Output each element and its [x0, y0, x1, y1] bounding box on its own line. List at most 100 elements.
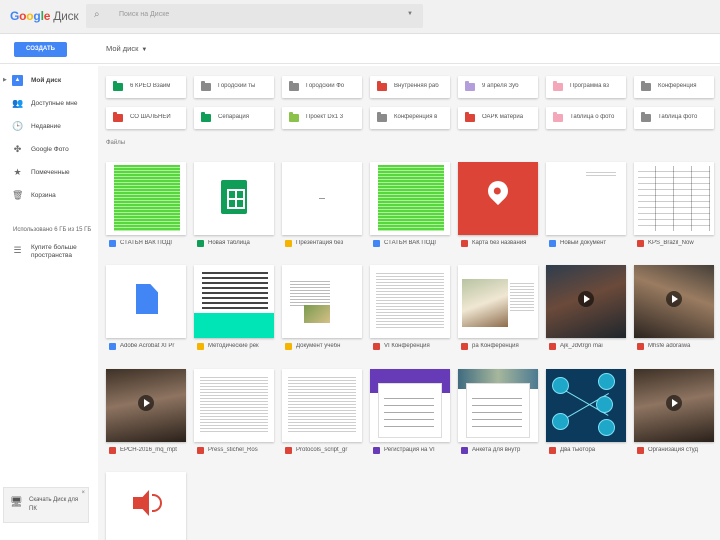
file-thumbnail[interactable] [106, 162, 186, 235]
document-preview [114, 165, 180, 231]
file-item[interactable]: Ajk_Jdvtrgn mai [546, 265, 626, 355]
sidebar-item-starred[interactable]: ★ Помеченные [0, 164, 98, 182]
sidebar-item-trash[interactable]: 🗑 Корзина [0, 187, 98, 205]
folder-item[interactable]: Сепарация [194, 107, 274, 129]
file-thumbnail[interactable] [106, 472, 186, 540]
clock-icon: 🕒 [12, 121, 24, 131]
sidebar-item-recent[interactable]: 🕒 Недавние [0, 118, 98, 136]
play-icon[interactable] [578, 291, 594, 307]
sidebar-item-label: Помеченные [31, 169, 70, 176]
search-input[interactable]: Поиск на Диске [119, 11, 169, 18]
file-thumbnail[interactable] [370, 265, 450, 338]
file-thumbnail[interactable] [546, 265, 626, 338]
file-item[interactable]: СТАТЬЯ ВАК ПОДГ [106, 162, 186, 252]
file-item[interactable]: ЕРСН-2016_mq_mpt [106, 369, 186, 459]
folder-item[interactable]: 6 КРЕО Взаим [106, 76, 186, 98]
file-thumbnail[interactable] [370, 162, 450, 235]
folder-item[interactable]: Таблица о фото [546, 107, 626, 129]
play-icon[interactable] [666, 395, 682, 411]
file-item[interactable]: Карта без названия [458, 162, 538, 252]
file-item[interactable]: Два тьютора [546, 369, 626, 459]
folder-item[interactable]: ОАРК материа [458, 107, 538, 129]
file-thumbnail[interactable] [546, 369, 626, 442]
file-item[interactable]: KPS_Brazil_Now [634, 162, 714, 252]
folder-item[interactable]: Конференция в [370, 107, 450, 129]
file-name: Документ учебн [296, 343, 341, 349]
download-drive-notice[interactable]: 🖥 Скачать Диск для ПК × [3, 487, 89, 523]
folder-item[interactable]: Программа вз [546, 76, 626, 98]
expand-caret-icon[interactable]: ▶ [3, 77, 7, 83]
file-thumbnail[interactable] [194, 369, 274, 442]
file-name: Новый документ [560, 240, 607, 246]
blank-preview [319, 198, 325, 199]
folder-item[interactable]: 9 апреля Зуб [458, 76, 538, 98]
file-item[interactable]: Mhsfe adoraiwa [634, 265, 714, 355]
breadcrumb[interactable]: Мой диск ▼ [106, 44, 147, 53]
file-item[interactable]: Press_stichel_Ros [194, 369, 274, 459]
file-name: Press_stichel_Ros [208, 447, 258, 453]
file-item[interactable]: СТАТЬЯ ВАК ПОДГ [370, 162, 450, 252]
close-icon[interactable]: × [81, 490, 85, 496]
drive-icon: ▲ [12, 75, 23, 86]
sidebar-item-shared[interactable]: 👥 Доступные мне [0, 95, 98, 113]
file-thumbnail[interactable] [634, 369, 714, 442]
file-item[interactable]: Adobe Acrobat XI Pr [106, 265, 186, 355]
google-drive-logo[interactable]: Google Диск [10, 9, 79, 23]
folder-item[interactable]: Конференция [634, 76, 714, 98]
diagram-node [552, 413, 569, 430]
sidebar-item-my-drive[interactable]: ▶ ▲ Мой диск [0, 72, 98, 90]
file-item[interactable]: Документ учебн [282, 265, 362, 355]
search-options-dropdown-icon[interactable]: ▼ [407, 11, 413, 17]
file-item[interactable]: Новый документ [546, 162, 626, 252]
play-icon[interactable] [138, 395, 154, 411]
folder-item[interactable]: СО ШАЛЬНЕЙ [106, 107, 186, 129]
file-name: pa Конференция [472, 343, 519, 349]
file-item[interactable]: Новая таблица [194, 162, 274, 252]
file-thumbnail[interactable] [634, 265, 714, 338]
product-name: Диск [53, 9, 79, 23]
file-item[interactable]: Protocols_script_gr [282, 369, 362, 459]
file-thumbnail[interactable] [106, 369, 186, 442]
file-item[interactable]: Методические рек [194, 265, 274, 355]
folder-item[interactable]: Городский ты [194, 76, 274, 98]
file-item[interactable]: Регистрация на VI [370, 369, 450, 459]
file-logo-icon [136, 284, 158, 314]
folder-item[interactable]: Таблица фото [634, 107, 714, 129]
pdf-icon [549, 447, 556, 454]
sidebar-item-label: Недавние [31, 123, 61, 130]
file-name: Ajk_Jdvtrgn mai [560, 343, 603, 349]
file-item[interactable]: Презентация без [282, 162, 362, 252]
folder-icon [465, 81, 475, 91]
file-thumbnail[interactable] [458, 369, 538, 442]
upgrade-storage-link[interactable]: ☰ Купите больше пространства [0, 242, 98, 260]
folder-item[interactable]: Проект Dx1 3 [282, 107, 362, 129]
create-button[interactable]: СОЗДАТЬ [14, 42, 67, 57]
file-item[interactable]: VI Конференция [370, 265, 450, 355]
file-thumbnail[interactable] [282, 369, 362, 442]
file-thumbnail[interactable] [194, 162, 274, 235]
file-thumbnail[interactable] [634, 162, 714, 235]
file-item[interactable] [106, 472, 186, 540]
file-thumbnail[interactable] [458, 265, 538, 338]
sidebar-item-photos[interactable]: ✤ Google Фото [0, 141, 98, 159]
sidebar-item-label: Google Фото [31, 146, 69, 153]
file-thumbnail[interactable] [106, 265, 186, 338]
file-thumbnail[interactable] [282, 162, 362, 235]
play-icon[interactable] [666, 291, 682, 307]
file-thumbnail[interactable] [194, 265, 274, 338]
file-thumbnail[interactable] [546, 162, 626, 235]
folder-item[interactable]: Городский Фо [282, 76, 362, 98]
search-icon[interactable]: ⌕ [94, 9, 100, 20]
file-item[interactable]: Организация студ [634, 369, 714, 459]
file-thumbnail[interactable] [282, 265, 362, 338]
file-thumbnail[interactable] [370, 369, 450, 442]
folder-name: 6 КРЕО Взаим [130, 83, 171, 89]
file-thumbnail[interactable] [458, 162, 538, 235]
folder-name: Проект Dx1 3 [306, 114, 344, 120]
file-item[interactable]: Анкета для внутр [458, 369, 538, 459]
file-item[interactable]: pa Конференция [458, 265, 538, 355]
image-preview [304, 305, 330, 323]
folder-item[interactable]: Внутренняя раб [370, 76, 450, 98]
search-box[interactable]: ⌕ Поиск на Диске ▼ [86, 4, 423, 28]
folder-icon [201, 81, 211, 91]
